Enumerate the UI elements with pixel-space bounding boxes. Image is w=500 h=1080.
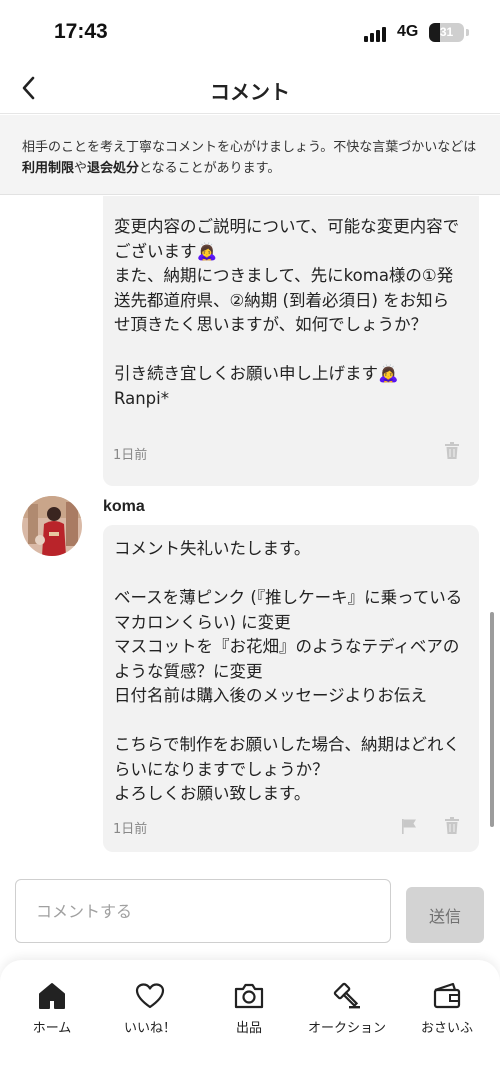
battery-nub xyxy=(466,29,469,36)
trash-icon[interactable] xyxy=(445,442,459,459)
tab-label: オークション xyxy=(307,1021,386,1036)
tab-auction[interactable]: オークション xyxy=(297,980,397,1056)
tab-sell[interactable]: 出品 xyxy=(199,980,299,1056)
comment-time: 1日前 xyxy=(113,448,148,463)
camera-icon xyxy=(234,983,264,1009)
tab-label: おさいふ xyxy=(420,1021,473,1036)
tab-home[interactable]: ホーム xyxy=(2,980,102,1056)
nav-header: コメント xyxy=(0,64,500,114)
comment-text: 変更内容のご説明について、可能な変更内容でございます🙇‍♀️ また、納期につきま… xyxy=(114,217,460,408)
comment-time: 1日前 xyxy=(113,822,148,837)
flag-icon[interactable] xyxy=(402,819,417,834)
comment-input[interactable] xyxy=(15,879,391,943)
gavel-icon xyxy=(333,982,360,1009)
tab-label: ホーム xyxy=(32,1021,72,1036)
tab-likes[interactable]: いいね！ xyxy=(100,980,200,1056)
notice-text: や xyxy=(74,161,88,176)
home-icon xyxy=(39,983,65,1009)
status-time: 17:43 xyxy=(54,20,108,43)
signal-icon xyxy=(364,24,386,42)
avatar[interactable] xyxy=(22,496,82,556)
status-bar: 17:43 4G 31 xyxy=(0,0,500,64)
comment-text: コメント失礼いたします。 ベースを薄ピンク (『推しケーキ』に乗っているマカロン… xyxy=(114,539,463,803)
comment-list[interactable]: 変更内容のご説明について、可能な変更内容でございます🙇‍♀️ また、納期につきま… xyxy=(0,196,500,860)
comment-guideline-notice: 相手のことを考え丁寧なコメントを心がけましょう。不快な言葉づかいなどは利用制限や… xyxy=(0,115,500,195)
heart-icon xyxy=(135,983,165,1009)
notice-text: となることがあります。 xyxy=(139,161,281,176)
trash-icon[interactable] xyxy=(445,817,459,834)
wallet-icon xyxy=(433,982,461,1009)
page-title: コメント xyxy=(210,80,290,104)
usage-restriction-link[interactable]: 利用制限 xyxy=(22,161,74,176)
bottom-tab-bar: ホーム いいね！ 出品 オークション おさいふ xyxy=(0,960,500,1080)
tab-wallet[interactable]: おさいふ xyxy=(397,980,497,1056)
account-termination-link[interactable]: 退会処分 xyxy=(87,161,139,176)
notice-text: 相手のことを考え丁寧なコメントを心がけましょう。不快な言葉づかいなどは xyxy=(22,140,477,155)
tab-label: 出品 xyxy=(235,1021,262,1036)
tab-label: いいね！ xyxy=(123,1021,176,1036)
comment-bubble: 変更内容のご説明について、可能な変更内容でございます🙇‍♀️ また、納期につきま… xyxy=(103,196,479,486)
comment-bubble: コメント失礼いたします。 ベースを薄ピンク (『推しケーキ』に乗っているマカロン… xyxy=(103,525,479,852)
commenter-name[interactable]: koma xyxy=(103,498,145,516)
send-button[interactable]: 送信 xyxy=(406,887,484,943)
scrollbar[interactable] xyxy=(490,612,494,827)
battery-percent: 31 xyxy=(439,25,454,39)
network-type: 4G xyxy=(397,23,419,40)
battery-icon: 31 xyxy=(429,23,464,42)
